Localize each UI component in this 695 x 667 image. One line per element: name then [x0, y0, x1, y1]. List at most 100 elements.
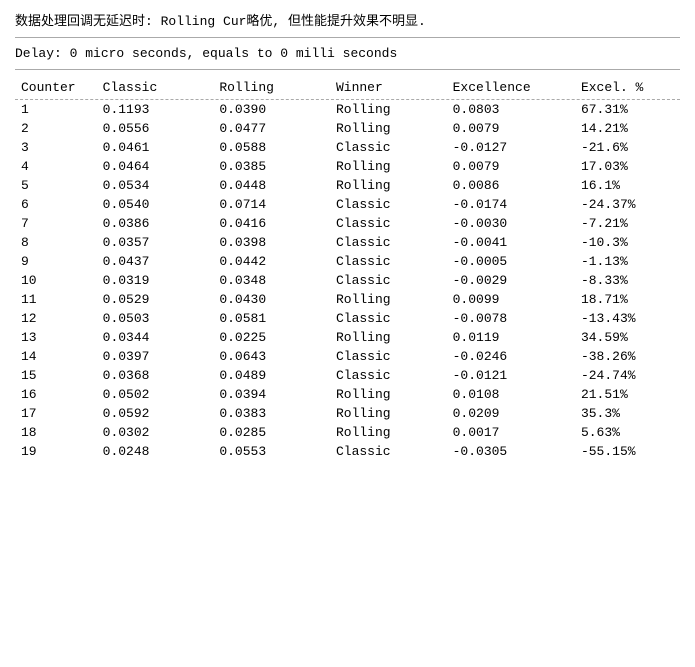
cell-counter: 12 — [15, 309, 97, 328]
cell-excel-pct: 5.63% — [575, 423, 680, 442]
divider-top — [15, 37, 680, 38]
cell-winner: Rolling — [330, 290, 447, 309]
cell-excellence: 0.0108 — [447, 385, 575, 404]
cell-winner: Rolling — [330, 385, 447, 404]
cell-excellence: -0.0121 — [447, 366, 575, 385]
cell-rolling: 0.0390 — [213, 100, 330, 119]
delay-line: Delay: 0 micro seconds, equals to 0 mill… — [15, 46, 680, 61]
cell-rolling: 0.0348 — [213, 271, 330, 290]
cell-winner: Classic — [330, 138, 447, 157]
cell-winner: Classic — [330, 233, 447, 252]
cell-excellence: -0.0127 — [447, 138, 575, 157]
cell-excel-pct: -21.6% — [575, 138, 680, 157]
table-row: 190.02480.0553Classic-0.0305-55.15% — [15, 442, 680, 461]
cell-excellence: -0.0305 — [447, 442, 575, 461]
cell-excel-pct: 16.1% — [575, 176, 680, 195]
cell-rolling: 0.0442 — [213, 252, 330, 271]
cell-classic: 0.0302 — [97, 423, 214, 442]
col-header-classic: Classic — [97, 76, 214, 99]
cell-excel-pct: 35.3% — [575, 404, 680, 423]
cell-excellence: 0.0099 — [447, 290, 575, 309]
table-row: 90.04370.0442Classic-0.0005-1.13% — [15, 252, 680, 271]
cell-classic: 0.0397 — [97, 347, 214, 366]
cell-excel-pct: 67.31% — [575, 100, 680, 119]
cell-excellence: 0.0017 — [447, 423, 575, 442]
cell-counter: 17 — [15, 404, 97, 423]
cell-classic: 0.0344 — [97, 328, 214, 347]
cell-counter: 4 — [15, 157, 97, 176]
cell-classic: 0.0368 — [97, 366, 214, 385]
table-row: 170.05920.0383Rolling0.020935.3% — [15, 404, 680, 423]
col-header-winner: Winner — [330, 76, 447, 99]
cell-classic: 0.0540 — [97, 195, 214, 214]
cell-winner: Rolling — [330, 119, 447, 138]
cell-counter: 18 — [15, 423, 97, 442]
cell-counter: 14 — [15, 347, 97, 366]
cell-counter: 10 — [15, 271, 97, 290]
cell-winner: Classic — [330, 252, 447, 271]
cell-classic: 0.0319 — [97, 271, 214, 290]
col-header-excel-pct: Excel. % — [575, 76, 680, 99]
cell-rolling: 0.0553 — [213, 442, 330, 461]
cell-rolling: 0.0394 — [213, 385, 330, 404]
cell-classic: 0.0592 — [97, 404, 214, 423]
table-row: 100.03190.0348Classic-0.0029-8.33% — [15, 271, 680, 290]
cell-rolling: 0.0398 — [213, 233, 330, 252]
cell-excellence: 0.0803 — [447, 100, 575, 119]
cell-classic: 0.0556 — [97, 119, 214, 138]
cell-counter: 6 — [15, 195, 97, 214]
table-row: 60.05400.0714Classic-0.0174-24.37% — [15, 195, 680, 214]
table-row: 140.03970.0643Classic-0.0246-38.26% — [15, 347, 680, 366]
cell-excellence: -0.0078 — [447, 309, 575, 328]
header-notice: 数据处理回调无延迟时: Rolling Cur略优, 但性能提升效果不明显. — [15, 10, 680, 29]
cell-counter: 11 — [15, 290, 97, 309]
table-row: 80.03570.0398Classic-0.0041-10.3% — [15, 233, 680, 252]
cell-excel-pct: 18.71% — [575, 290, 680, 309]
table-row: 10.11930.0390Rolling0.080367.31% — [15, 100, 680, 119]
cell-rolling: 0.0643 — [213, 347, 330, 366]
cell-winner: Rolling — [330, 423, 447, 442]
cell-winner: Rolling — [330, 404, 447, 423]
cell-classic: 0.0529 — [97, 290, 214, 309]
cell-excellence: -0.0030 — [447, 214, 575, 233]
cell-rolling: 0.0489 — [213, 366, 330, 385]
cell-winner: Rolling — [330, 328, 447, 347]
table-row: 150.03680.0489Classic-0.0121-24.74% — [15, 366, 680, 385]
table-row: 120.05030.0581Classic-0.0078-13.43% — [15, 309, 680, 328]
table-row: 50.05340.0448Rolling0.008616.1% — [15, 176, 680, 195]
cell-excel-pct: 34.59% — [575, 328, 680, 347]
cell-counter: 19 — [15, 442, 97, 461]
cell-excellence: 0.0079 — [447, 157, 575, 176]
cell-rolling: 0.0385 — [213, 157, 330, 176]
col-header-counter: Counter — [15, 76, 97, 99]
cell-counter: 5 — [15, 176, 97, 195]
cell-classic: 0.0437 — [97, 252, 214, 271]
cell-excellence: -0.0029 — [447, 271, 575, 290]
cell-excel-pct: -55.15% — [575, 442, 680, 461]
cell-excel-pct: 21.51% — [575, 385, 680, 404]
cell-classic: 0.0357 — [97, 233, 214, 252]
cell-excel-pct: 17.03% — [575, 157, 680, 176]
cell-excellence: 0.0086 — [447, 176, 575, 195]
table-row: 30.04610.0588Classic-0.0127-21.6% — [15, 138, 680, 157]
cell-classic: 0.0464 — [97, 157, 214, 176]
cell-rolling: 0.0714 — [213, 195, 330, 214]
cell-winner: Classic — [330, 309, 447, 328]
cell-winner: Classic — [330, 347, 447, 366]
cell-winner: Classic — [330, 271, 447, 290]
cell-counter: 1 — [15, 100, 97, 119]
table-row: 70.03860.0416Classic-0.0030-7.21% — [15, 214, 680, 233]
cell-counter: 16 — [15, 385, 97, 404]
data-table: Counter Classic Rolling Winner Excellenc… — [15, 76, 680, 461]
cell-counter: 8 — [15, 233, 97, 252]
table-header-row: Counter Classic Rolling Winner Excellenc… — [15, 76, 680, 99]
cell-counter: 9 — [15, 252, 97, 271]
cell-rolling: 0.0430 — [213, 290, 330, 309]
cell-excellence: -0.0041 — [447, 233, 575, 252]
cell-winner: Classic — [330, 366, 447, 385]
cell-excellence: -0.0005 — [447, 252, 575, 271]
cell-winner: Classic — [330, 442, 447, 461]
cell-excel-pct: -38.26% — [575, 347, 680, 366]
cell-excel-pct: -24.74% — [575, 366, 680, 385]
divider-mid — [15, 69, 680, 70]
